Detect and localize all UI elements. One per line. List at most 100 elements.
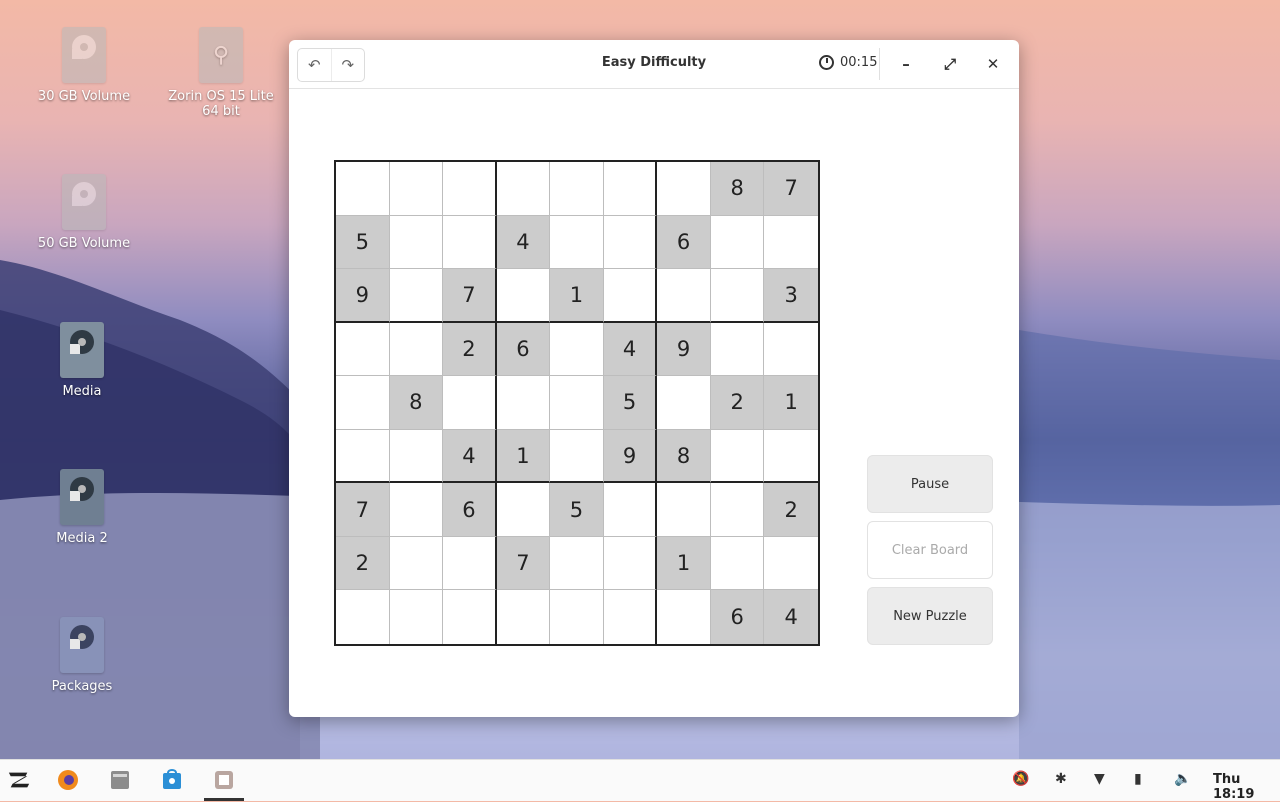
sudoku-cell[interactable] xyxy=(710,269,765,323)
sudoku-cell[interactable]: 8 xyxy=(710,162,765,216)
sudoku-cell[interactable] xyxy=(496,483,551,537)
sudoku-cell[interactable] xyxy=(657,590,711,644)
sudoku-cell[interactable]: 4 xyxy=(603,322,658,377)
sudoku-cell[interactable] xyxy=(657,269,711,323)
sudoku-cell[interactable] xyxy=(550,590,604,644)
volume-icon[interactable]: 🔈 xyxy=(1174,771,1191,787)
notifications-muted-icon[interactable]: 🔕 xyxy=(1012,771,1029,787)
sudoku-cell[interactable] xyxy=(336,429,390,484)
sudoku-cell[interactable]: 2 xyxy=(336,536,390,591)
sudoku-cell[interactable] xyxy=(389,162,444,216)
sudoku-cell[interactable] xyxy=(443,215,497,270)
sudoku-cell[interactable] xyxy=(389,269,444,323)
sudoku-cell[interactable] xyxy=(710,429,765,484)
sudoku-cell[interactable] xyxy=(603,162,658,216)
sudoku-cell[interactable] xyxy=(710,536,765,591)
sudoku-cell[interactable]: 6 xyxy=(443,483,497,537)
sudoku-cell[interactable] xyxy=(657,162,711,216)
sudoku-cell[interactable]: 7 xyxy=(764,162,818,216)
sudoku-cell[interactable]: 4 xyxy=(443,429,497,484)
desktop-icon-30gb-volume[interactable]: 30 GB Volume xyxy=(29,27,139,104)
sudoku-cell[interactable] xyxy=(550,536,604,591)
sudoku-cell[interactable] xyxy=(336,162,390,216)
desktop-icon-50gb-volume[interactable]: 50 GB Volume xyxy=(29,174,139,251)
sudoku-cell[interactable] xyxy=(336,322,390,377)
sudoku-cell[interactable] xyxy=(389,483,444,537)
sudoku-cell[interactable] xyxy=(603,536,658,591)
sudoku-cell[interactable]: 1 xyxy=(496,429,551,484)
taskbar-sudoku[interactable] xyxy=(212,768,236,792)
desktop-icon-media-2[interactable]: Media 2 xyxy=(27,469,137,546)
sudoku-cell[interactable]: 1 xyxy=(550,269,604,323)
sudoku-cell[interactable]: 9 xyxy=(603,429,658,484)
sudoku-cell[interactable] xyxy=(550,322,604,377)
sudoku-cell[interactable] xyxy=(550,376,604,430)
sudoku-cell[interactable] xyxy=(443,536,497,591)
wifi-icon[interactable]: ▼ xyxy=(1094,771,1105,787)
sudoku-cell[interactable]: 8 xyxy=(389,376,444,430)
sudoku-cell[interactable]: 7 xyxy=(336,483,390,537)
taskbar-software-store[interactable] xyxy=(160,768,184,792)
sudoku-cell[interactable]: 1 xyxy=(764,376,818,430)
sudoku-cell[interactable] xyxy=(443,376,497,430)
sudoku-cell[interactable] xyxy=(336,590,390,644)
sudoku-cell[interactable] xyxy=(764,430,818,484)
sudoku-cell[interactable] xyxy=(443,162,497,216)
sudoku-cell[interactable] xyxy=(496,162,551,216)
sudoku-cell[interactable] xyxy=(389,429,444,484)
sudoku-cell[interactable] xyxy=(390,590,444,644)
sudoku-cell[interactable]: 6 xyxy=(496,322,551,377)
sudoku-cell[interactable] xyxy=(657,376,711,430)
sudoku-cell[interactable]: 3 xyxy=(764,269,818,323)
desktop-icon-packages[interactable]: Packages xyxy=(27,617,137,694)
sudoku-cell[interactable] xyxy=(497,590,551,644)
sudoku-cell[interactable]: 7 xyxy=(443,269,497,323)
sudoku-cell[interactable] xyxy=(496,269,551,323)
sudoku-cell[interactable] xyxy=(603,483,658,537)
clear-board-button[interactable]: Clear Board xyxy=(867,521,993,579)
sudoku-cell[interactable] xyxy=(710,483,765,537)
sudoku-cell[interactable]: 5 xyxy=(603,376,658,430)
sudoku-cell[interactable] xyxy=(657,483,711,537)
taskbar-files[interactable] xyxy=(108,768,132,792)
bluetooth-icon[interactable]: ✱ xyxy=(1055,771,1067,787)
sudoku-cell[interactable] xyxy=(389,215,444,270)
sudoku-cell[interactable]: 7 xyxy=(496,536,551,591)
desktop-icon-media[interactable]: Media xyxy=(27,322,137,399)
pause-button[interactable]: Pause xyxy=(867,455,993,513)
battery-icon[interactable]: ▮ xyxy=(1134,771,1142,787)
sudoku-cell[interactable]: 2 xyxy=(710,376,765,430)
sudoku-cell[interactable] xyxy=(764,216,818,270)
desktop-icon-zorin-os[interactable]: ⚲ Zorin OS 15 Lite 64 bit xyxy=(166,27,276,119)
sudoku-cell[interactable] xyxy=(604,590,658,644)
sudoku-cell[interactable] xyxy=(389,322,444,377)
sudoku-cell[interactable]: 6 xyxy=(710,590,765,644)
sudoku-cell[interactable] xyxy=(389,536,444,591)
sudoku-cell[interactable]: 4 xyxy=(764,590,818,644)
new-puzzle-button[interactable]: New Puzzle xyxy=(867,587,993,645)
zorin-menu-button[interactable] xyxy=(7,768,31,792)
sudoku-cell[interactable] xyxy=(550,162,604,216)
sudoku-cell[interactable] xyxy=(764,537,818,591)
sudoku-cell[interactable] xyxy=(496,376,551,430)
taskbar-clock[interactable]: Thu 18:19 xyxy=(1213,772,1280,802)
sudoku-cell[interactable]: 6 xyxy=(657,215,711,270)
sudoku-cell[interactable]: 5 xyxy=(336,215,390,270)
sudoku-cell[interactable]: 9 xyxy=(336,269,390,323)
sudoku-cell[interactable] xyxy=(710,322,765,377)
sudoku-cell[interactable] xyxy=(336,376,390,430)
sudoku-cell[interactable] xyxy=(764,323,818,377)
sudoku-cell[interactable]: 2 xyxy=(764,483,818,537)
sudoku-cell[interactable] xyxy=(710,215,765,270)
sudoku-cell[interactable]: 1 xyxy=(657,536,711,591)
minimize-button[interactable]: – xyxy=(894,52,918,76)
sudoku-cell[interactable]: 2 xyxy=(443,322,497,377)
close-button[interactable]: ✕ xyxy=(981,52,1005,76)
taskbar-firefox[interactable] xyxy=(56,768,80,792)
sudoku-cell[interactable] xyxy=(550,215,604,270)
sudoku-cell[interactable] xyxy=(603,269,658,323)
sudoku-cell[interactable]: 4 xyxy=(496,215,551,270)
maximize-button[interactable]: ⤢ xyxy=(938,52,962,76)
sudoku-cell[interactable] xyxy=(443,590,497,644)
sudoku-cell[interactable] xyxy=(550,429,604,484)
